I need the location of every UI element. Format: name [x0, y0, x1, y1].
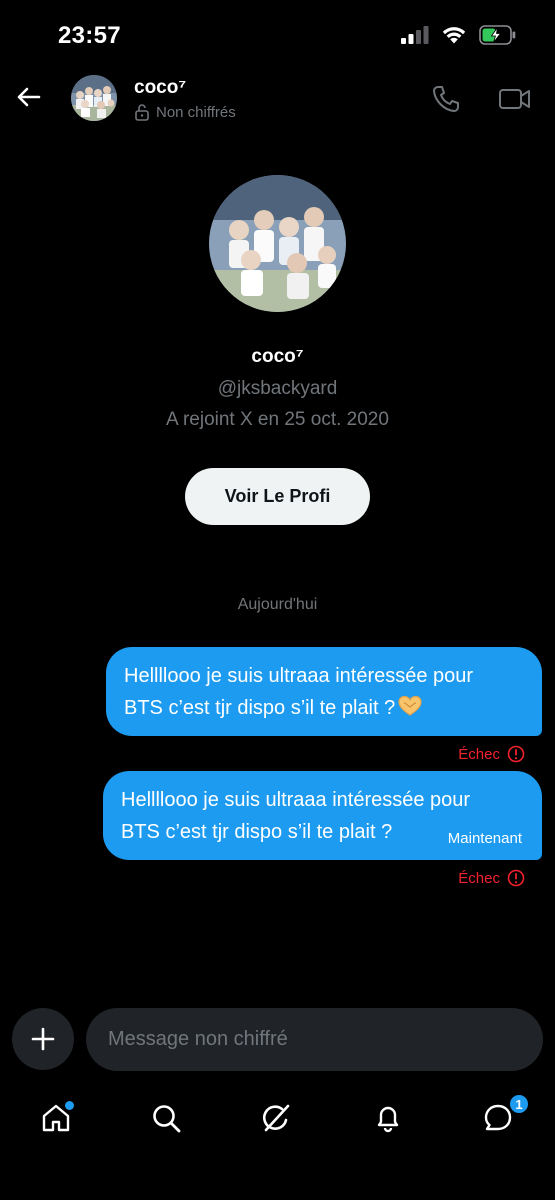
- lock-open-icon: [135, 104, 149, 121]
- nav-search[interactable]: [146, 1098, 186, 1138]
- message-bubble[interactable]: Hellllooo je suis ultraaa intéressée pou…: [106, 647, 542, 736]
- bell-icon: [377, 1106, 399, 1133]
- video-icon: [499, 89, 530, 109]
- nav-messages[interactable]: 1: [478, 1093, 530, 1138]
- message-line: BTS c’est tjr dispo s’il te plait ?: [124, 697, 396, 719]
- search-icon: [153, 1105, 181, 1133]
- wifi-icon: [442, 26, 466, 43]
- message-input[interactable]: [86, 1008, 543, 1071]
- status-bar: 23:57: [0, 0, 555, 70]
- nav-grok[interactable]: [256, 1098, 296, 1138]
- info-icon: [507, 745, 525, 763]
- group-photo-profile: [209, 175, 346, 312]
- message-failed-status[interactable]: Échec: [458, 745, 525, 763]
- message-line: Hellllooo je suis ultraaa intéressée pou…: [124, 665, 474, 687]
- failed-label: Échec: [458, 745, 500, 763]
- conversation-header: coco⁷ Non chiffrés: [0, 70, 555, 130]
- profile-joined-date: A rejoint X en 25 oct. 2020: [166, 409, 389, 430]
- message-failed-status[interactable]: Échec: [458, 869, 525, 887]
- contact-name[interactable]: coco⁷: [134, 77, 186, 99]
- group-photo-avatar: [71, 75, 117, 121]
- arrow-left-icon: [17, 87, 41, 107]
- encryption-label: Non chiffrés: [156, 103, 236, 121]
- signal-icon: [401, 26, 429, 44]
- add-attachment-button[interactable]: [12, 1008, 74, 1070]
- nav-notifications[interactable]: [368, 1098, 408, 1138]
- profile-name: coco⁷: [251, 346, 304, 367]
- back-button[interactable]: [14, 82, 44, 112]
- heart-hands-emoji: [398, 695, 422, 716]
- grok-icon: [262, 1104, 290, 1132]
- plus-icon: [31, 1027, 55, 1051]
- avatar[interactable]: [71, 75, 117, 121]
- bottom-nav: 1: [0, 1090, 555, 1150]
- message-line-wrap: BTS c’est tjr dispo s’il te plait ?: [124, 692, 524, 724]
- video-call-button[interactable]: [498, 84, 532, 114]
- message-bubble[interactable]: Hellllooo je suis ultraaa intéressée pou…: [103, 771, 542, 860]
- date-separator: Aujourd'hui: [237, 596, 318, 613]
- nav-home[interactable]: [36, 1098, 76, 1138]
- message-timestamp: Maintenant: [447, 830, 522, 847]
- view-profile-button[interactable]: Voir Le Profi: [185, 468, 370, 525]
- message-line: Hellllooo je suis ultraaa intéressée pou…: [121, 789, 471, 811]
- phone-icon: [433, 86, 459, 112]
- messages-count-badge: 1: [508, 1093, 530, 1115]
- profile-avatar[interactable]: [209, 175, 346, 312]
- call-button[interactable]: [431, 84, 461, 114]
- battery-charging-icon: [479, 25, 516, 45]
- notification-dot: [65, 1101, 74, 1110]
- failed-label: Échec: [458, 869, 500, 887]
- profile-handle: @jksbackyard: [217, 378, 338, 399]
- status-icons: [401, 25, 517, 45]
- status-time: 23:57: [58, 22, 121, 49]
- info-icon: [507, 869, 525, 887]
- encryption-status: Non chiffrés: [134, 103, 236, 121]
